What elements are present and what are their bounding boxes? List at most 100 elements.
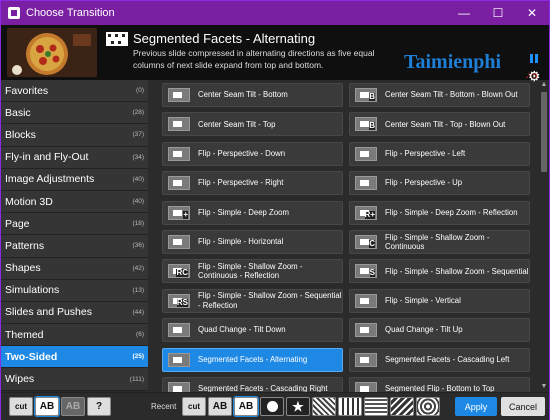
transition-label: Quad Change - Tilt Down	[198, 325, 286, 335]
ab-mode-button[interactable]: AB	[34, 396, 60, 417]
sidebar-item-count: (13)	[132, 286, 144, 294]
transition-thumbnail-icon	[168, 323, 190, 338]
sidebar-item-count: (28)	[132, 109, 144, 117]
transition-label: Flip - Perspective - Right	[198, 178, 284, 188]
transition-label: Segmented Facets - Cascading Left	[385, 354, 510, 364]
transition-tile[interactable]: Quad Change - Tilt Down	[162, 318, 343, 343]
transition-badge: B	[369, 121, 375, 131]
transition-tile[interactable]: Center Seam Tilt - Top	[162, 112, 343, 137]
transition-thumbnail-icon: C	[355, 235, 377, 249]
sidebar-item-label: Page	[5, 217, 30, 230]
cancel-button[interactable]: Cancel	[501, 397, 545, 416]
footer-bar: cut AB AB ? Recent cut AB AB ★ Apply Can…	[1, 392, 549, 420]
scrollbar-thumb[interactable]	[541, 92, 547, 172]
sidebar-item-basic[interactable]: Basic (28)	[1, 102, 148, 125]
transition-tile[interactable]: S Flip - Simple - Shallow Zoom - Sequenti…	[349, 259, 530, 284]
ab-alt-mode-button[interactable]: AB	[61, 397, 85, 416]
transition-thumbnail-icon	[168, 117, 190, 132]
transition-label: Flip - Simple - Vertical	[385, 296, 461, 306]
help-button[interactable]: ?	[87, 397, 111, 416]
transition-thumbnail-icon	[355, 323, 377, 338]
sidebar-item-themed[interactable]: Themed (6)	[1, 324, 148, 347]
transition-label: Flip - Simple - Deep Zoom - Reflection	[385, 207, 518, 217]
sidebar-item-shapes[interactable]: Shapes (42)	[1, 257, 148, 280]
transition-label: Flip - Perspective - Down	[198, 149, 286, 159]
transition-tile[interactable]: Flip - Perspective - Left	[349, 141, 530, 166]
transition-thumbnail-icon	[355, 382, 377, 392]
cut-mode-button[interactable]: cut	[9, 397, 33, 416]
transition-thumbnail-icon	[168, 235, 190, 249]
transition-tile[interactable]: C Flip - Simple - Shallow Zoom - Continuo…	[349, 230, 530, 254]
sidebar-item-motion-3d[interactable]: Motion 3D (40)	[1, 190, 148, 214]
transition-tile[interactable]: Flip - Simple - Vertical	[349, 288, 530, 313]
recent-pattern-1-icon[interactable]	[312, 397, 336, 416]
recent-pattern-2-icon[interactable]	[338, 397, 362, 416]
recent-pattern-3-icon[interactable]	[364, 397, 388, 416]
sidebar-item-label: Favorites	[5, 84, 49, 97]
app-icon	[8, 7, 20, 19]
title-bar[interactable]: Choose Transition — ☐ ✕	[1, 1, 549, 25]
sidebar-item-label: Wipes	[5, 373, 35, 386]
recent-pattern-4-icon[interactable]	[390, 397, 414, 416]
sidebar-item-page[interactable]: Page (18)	[1, 213, 148, 236]
sidebar-item-count: (6)	[136, 331, 144, 339]
transition-badge: RC	[176, 268, 188, 278]
transition-tile[interactable]: Flip - Simple - Horizontal	[162, 230, 343, 254]
transition-tile[interactable]: RS Flip - Simple - Shallow Zoom - Sequent…	[162, 288, 343, 313]
sidebar-item-label: Shapes	[5, 262, 41, 275]
transition-tile[interactable]: Flip - Perspective - Right	[162, 171, 343, 196]
transition-tile[interactable]: R+ Flip - Simple - Deep Zoom - Reflection	[349, 200, 530, 225]
transition-thumbnail-icon: B	[355, 117, 377, 132]
transition-thumbnail-icon	[168, 88, 190, 102]
sidebar-item-count: (44)	[132, 308, 144, 316]
transition-badge: C	[369, 239, 375, 248]
transition-label: Segmented Facets - Cascading Right	[198, 384, 328, 392]
sidebar-item-count: (40)	[132, 175, 144, 183]
sidebar-item-two-sided[interactable]: Two-Sided (25)	[1, 346, 148, 369]
sidebar-item-patterns[interactable]: Patterns (36)	[1, 235, 148, 258]
transition-tile[interactable]: Segmented Facets - Cascading Left	[349, 347, 530, 372]
transition-tile[interactable]: Flip - Perspective - Down	[162, 141, 343, 166]
scroll-up-icon[interactable]: ▲	[539, 80, 549, 90]
recent-cut-button[interactable]: cut	[182, 397, 206, 416]
sidebar-item-label: Image Adjustments	[5, 173, 95, 186]
recent-pattern-5-icon[interactable]	[416, 397, 440, 416]
transition-label: Center Seam Tilt - Top	[198, 119, 276, 129]
sidebar-item-count: (0)	[136, 87, 144, 95]
minimize-button[interactable]: —	[447, 1, 481, 25]
sidebar-item-slides-and-pushes[interactable]: Slides and Pushes (44)	[1, 301, 148, 325]
sidebar-item-blocks[interactable]: Blocks (37)	[1, 124, 148, 147]
transition-tile[interactable]: Center Seam Tilt - Bottom	[162, 83, 343, 107]
transition-label: Flip - Simple - Shallow Zoom - Continuou…	[385, 232, 490, 252]
scroll-down-icon[interactable]: ▼	[539, 382, 549, 392]
pause-icon[interactable]	[530, 54, 539, 63]
transition-tile[interactable]: RC Flip - Simple - Shallow Zoom - Continu…	[162, 259, 343, 284]
sidebar-item-favorites[interactable]: Favorites (0)	[1, 80, 148, 103]
transition-tile[interactable]: + Flip - Simple - Deep Zoom	[162, 200, 343, 225]
transition-tile[interactable]: Quad Change - Tilt Up	[349, 318, 530, 343]
apply-button[interactable]: Apply	[455, 397, 497, 416]
transition-tile[interactable]: Segmented Facets - Alternating	[162, 347, 343, 372]
transition-tile[interactable]: Flip - Perspective - Up	[349, 171, 530, 196]
sidebar-item-fly-in-and-fly-out[interactable]: Fly-in and Fly-Out (34)	[1, 146, 148, 169]
transition-label: Flip - Simple - Shallow Zoom - Sequentia…	[198, 291, 342, 310]
recent-ab-button[interactable]: AB	[208, 397, 232, 416]
sidebar-item-wipes[interactable]: Wipes (111)	[1, 368, 148, 391]
list-scrollbar[interactable]: ▲ ▼	[539, 80, 549, 392]
transition-thumbnail-icon	[355, 293, 377, 308]
close-button[interactable]: ✕	[515, 1, 549, 25]
transition-tile[interactable]: Segmented Facets - Cascading Right	[162, 377, 343, 392]
recent-label: Recent	[151, 402, 177, 411]
recent-circle-icon[interactable]	[260, 397, 284, 416]
sidebar-item-simulations[interactable]: Simulations (13)	[1, 279, 148, 302]
recent-star-icon[interactable]: ★	[286, 397, 310, 416]
transition-thumbnail-icon	[355, 176, 377, 191]
transition-tile[interactable]: Segmented Flip - Bottom to Top	[349, 377, 530, 392]
transition-tile[interactable]: B Center Seam Tilt - Top - Blown Out	[349, 112, 530, 137]
transition-tile[interactable]: B Center Seam Tilt - Bottom - Blown Out	[349, 83, 530, 107]
sidebar-item-image-adjustments[interactable]: Image Adjustments (40)	[1, 168, 148, 191]
maximize-button[interactable]: ☐	[481, 1, 515, 25]
transition-badge: RS	[176, 297, 188, 307]
transition-label: Flip - Simple - Shallow Zoom - Sequentia…	[385, 266, 529, 276]
recent-ab-alt-button[interactable]: AB	[233, 396, 259, 417]
